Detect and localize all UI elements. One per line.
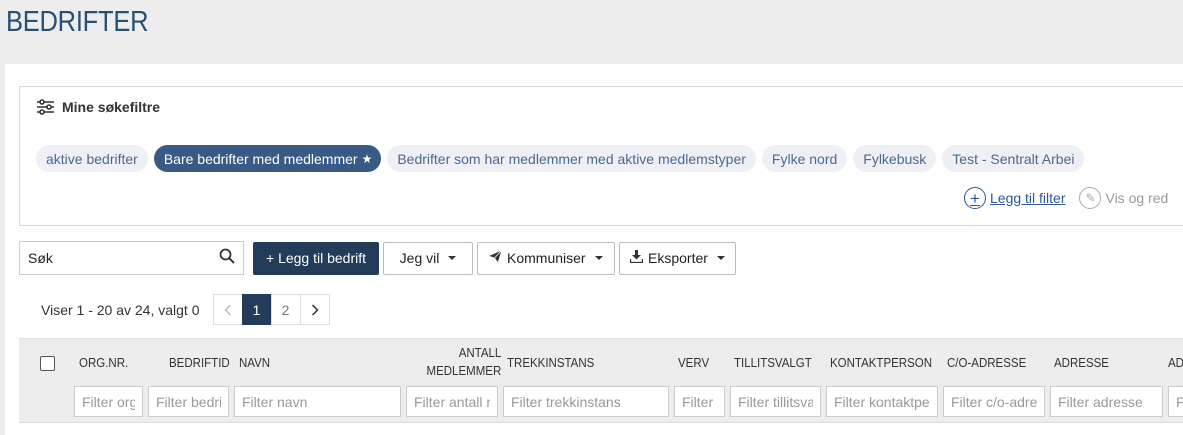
filter-chip[interactable]: Fylke nord	[761, 145, 848, 172]
filter-chip[interactable]: Fylkebusk	[853, 145, 937, 172]
star-icon: ★	[361, 151, 373, 166]
export-dropdown[interactable]: Eksporter	[619, 241, 737, 275]
search-input[interactable]	[28, 250, 219, 266]
filter-chip[interactable]: Bedrifter som har medlemmer med aktive m…	[387, 145, 756, 172]
filter-chip[interactable]: aktive bedrifter	[36, 145, 148, 172]
page-title: BEDRIFTER	[6, 6, 149, 38]
filter-chip-label: Fylke nord	[771, 150, 838, 167]
download-icon	[629, 250, 644, 266]
filter-tillitsvalgt-input[interactable]	[730, 386, 821, 417]
chevron-left-icon[interactable]	[212, 294, 243, 325]
filter-chip-label: aktive bedrifter	[46, 150, 138, 167]
column-header-medlemmer: MEDLEMMER	[426, 364, 501, 378]
plus-circle-icon: +	[964, 187, 986, 209]
column-header-kontaktperson[interactable]: KONTAKTPERSON	[830, 356, 932, 370]
column-header-tillitsvalgt[interactable]: TILLITSVALGT	[734, 356, 812, 370]
filter-bedriftid-input[interactable]	[148, 386, 229, 417]
filter-navn-input[interactable]	[234, 386, 401, 417]
add-company-button[interactable]: + Legg til bedrift	[253, 241, 380, 275]
column-header-trekkinstans[interactable]: TREKKINSTANS	[507, 356, 594, 370]
pencil-circle-icon: ✎	[1079, 187, 1102, 209]
column-header-orgnr[interactable]: ORG.NR.	[79, 356, 128, 370]
add-company-label: + Legg til bedrift	[266, 250, 367, 266]
table-header: ORG.NR. BEDRIFTID NAVN ANTALL MEDLEMMER …	[19, 338, 1183, 422]
filter-chip-label: Test - Sentralt Arbei	[952, 150, 1075, 167]
filter-chip-label: Bedrifter som har medlemmer med aktive m…	[397, 150, 746, 167]
pagination-info: Viser 1 - 20 av 24, valgt 0	[41, 301, 200, 318]
filter-chip-list: aktive bedrifter Bare bedrifter med medl…	[36, 145, 1085, 172]
communicate-dropdown[interactable]: Kommuniser	[477, 241, 616, 275]
table-body	[19, 422, 1183, 435]
select-all-checkbox[interactable]	[40, 356, 55, 371]
i-want-label: Jeg vil	[399, 250, 440, 266]
toolbar: + Legg til bedrift Jeg vil Kommuniser Ek…	[19, 241, 737, 275]
edit-filters-link[interactable]: ✎ Vis og red	[1079, 187, 1168, 209]
filter-ad-input[interactable]	[1168, 386, 1183, 417]
saved-filters-box: Mine søkefiltre aktive bedrifter Bare be…	[19, 86, 1183, 226]
pagination-row: Viser 1 - 20 av 24, valgt 0 1 2	[41, 294, 330, 325]
filter-kontaktperson-input[interactable]	[826, 386, 938, 417]
filter-verv-input[interactable]	[674, 386, 725, 417]
column-header-verv[interactable]: VERV	[678, 356, 709, 370]
filter-co-adresse-input[interactable]	[943, 386, 1045, 417]
filter-chip-label: Bare bedrifter med medlemmer	[163, 150, 358, 167]
column-header-navn[interactable]: NAVN	[239, 356, 270, 370]
filter-chip-active[interactable]: Bare bedrifter med medlemmer ★	[153, 145, 382, 172]
export-label: Eksporter	[648, 250, 708, 266]
page-button-1[interactable]: 1	[241, 294, 272, 325]
filter-actions: + Legg til filter ✎ Vis og red	[964, 187, 1168, 209]
filter-trekkinstans-input[interactable]	[503, 386, 669, 417]
filter-chip[interactable]: Test - Sentralt Arbei	[942, 145, 1085, 172]
sliders-icon	[36, 99, 55, 115]
filter-chip-label: Fylkebusk	[863, 150, 927, 167]
column-header-adresse[interactable]: ADRESSE	[1054, 356, 1109, 370]
filter-orgnr-input[interactable]	[74, 386, 143, 417]
chevron-right-icon[interactable]	[299, 294, 330, 325]
search-box	[19, 241, 244, 275]
caret-down-icon	[716, 256, 725, 260]
add-filter-link[interactable]: + Legg til filter	[964, 187, 1065, 209]
column-header-antall[interactable]: ANTALL	[458, 346, 501, 360]
column-header-ad[interactable]: AD	[1168, 356, 1183, 370]
caret-down-icon	[594, 256, 603, 260]
saved-filters-title: Mine søkefiltre	[62, 99, 161, 115]
i-want-dropdown[interactable]: Jeg vil	[383, 241, 474, 275]
communicate-label: Kommuniser	[507, 250, 586, 266]
edit-filters-label: Vis og red	[1105, 190, 1169, 206]
column-header-co-adresse[interactable]: C/O-ADRESSE	[947, 356, 1026, 370]
add-filter-label: Legg til filter	[990, 190, 1066, 206]
saved-filters-header: Mine søkefiltre	[36, 99, 160, 115]
paper-plane-icon	[486, 249, 503, 266]
pagination: 1 2	[212, 294, 330, 325]
column-header-bedriftid[interactable]: BEDRIFTID	[169, 356, 230, 370]
content-panel: Mine søkefiltre aktive bedrifter Bare be…	[5, 64, 1183, 435]
page-button-2[interactable]: 2	[270, 294, 301, 325]
filter-adresse-input[interactable]	[1050, 386, 1163, 417]
search-icon[interactable]	[219, 248, 235, 269]
filter-antall-input[interactable]	[406, 386, 498, 417]
caret-down-icon	[448, 256, 457, 260]
